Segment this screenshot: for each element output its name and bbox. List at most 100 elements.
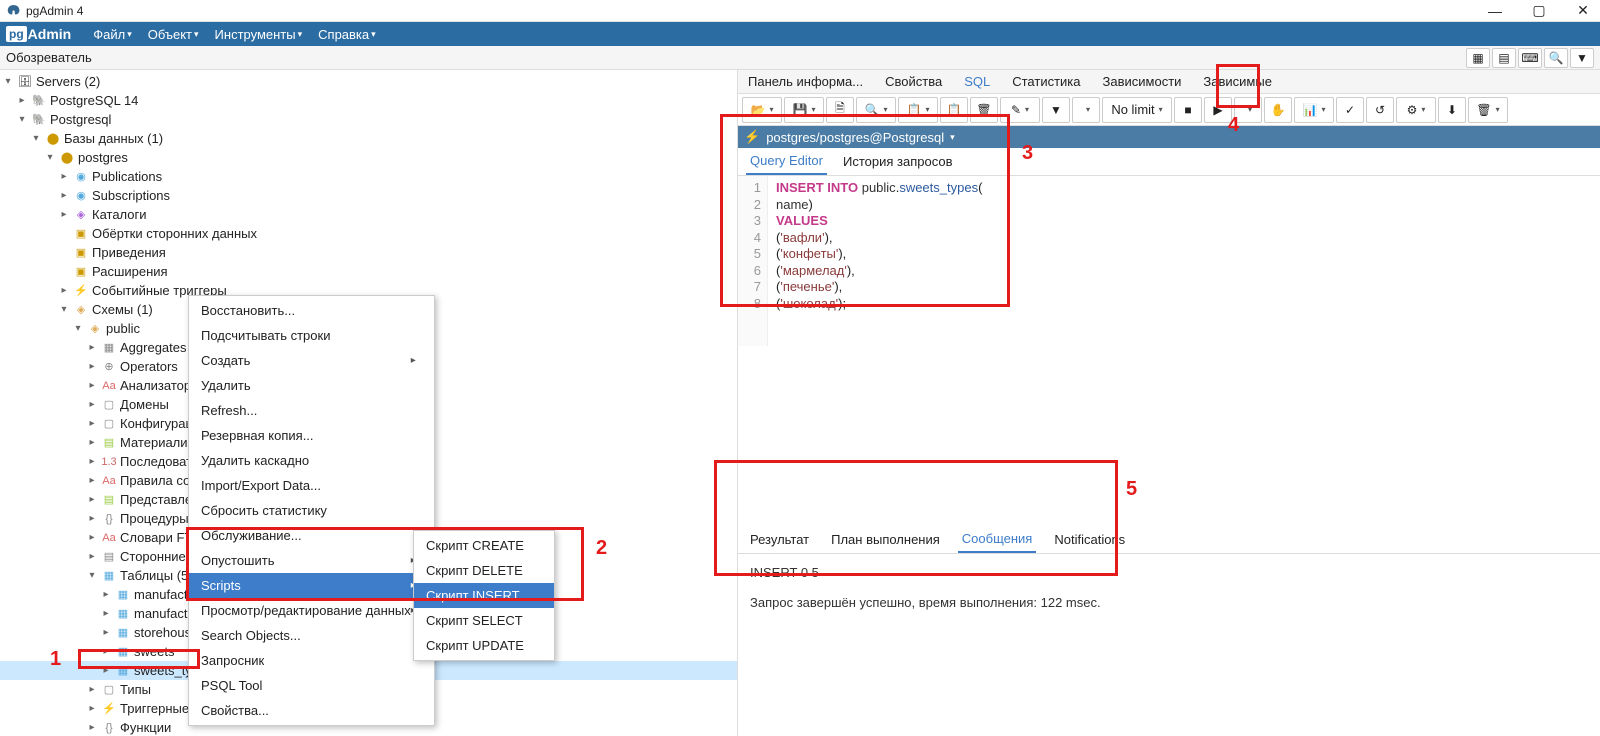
subscription-icon: ◉ [73, 188, 89, 204]
paste-button[interactable]: 📋 [940, 97, 968, 123]
save-button[interactable]: 💾▾ [784, 97, 824, 123]
script-update[interactable]: Скрипт UPDATE [414, 633, 554, 658]
filter-icon[interactable]: ▼ [1570, 48, 1594, 68]
tab-dependents[interactable]: Зависимые [1199, 74, 1276, 89]
ctx-delete-cascade[interactable]: Удалить каскадно [189, 448, 434, 473]
ctx-view-edit-data[interactable]: Просмотр/редактирование данных▸ [189, 598, 434, 623]
panel-icon[interactable]: ▦ [1466, 48, 1490, 68]
database-icon: ⬤ [59, 150, 75, 166]
tab-result[interactable]: Результат [746, 527, 813, 552]
flash-icon: ⚡ [744, 129, 760, 145]
explain-analyze-button[interactable]: 📊▾ [1294, 97, 1334, 123]
tab-query-editor[interactable]: Query Editor [746, 148, 827, 175]
menu-help[interactable]: Справка▾ [310, 22, 384, 46]
copy-button[interactable]: 📋▾ [898, 97, 938, 123]
rollback-button[interactable]: ↺ [1366, 97, 1394, 123]
matview-icon: ▤ [101, 435, 117, 451]
stop-button[interactable]: ■ [1174, 97, 1202, 123]
tab-query-history[interactable]: История запросов [839, 149, 957, 174]
menu-file[interactable]: Файл▾ [85, 22, 140, 46]
tab-notifications[interactable]: Notifications [1050, 527, 1129, 552]
ctx-reset-stats[interactable]: Сбросить статистику [189, 498, 434, 523]
menu-object[interactable]: Объект▾ [140, 22, 207, 46]
search-icon[interactable]: 🔍 [1544, 48, 1568, 68]
aggregate-icon: ▦ [101, 340, 117, 356]
window-title: pgAdmin 4 [26, 4, 1484, 18]
delete-button[interactable]: 🗑 [970, 97, 998, 123]
close-button[interactable]: ✕ [1572, 2, 1594, 20]
ctx-psql-tool[interactable]: PSQL Tool [189, 673, 434, 698]
server-icon: 🐘 [31, 112, 47, 128]
node-casts[interactable]: ▣Приведения [0, 243, 737, 262]
ctx-backup[interactable]: Резервная копия... [189, 423, 434, 448]
node-db-postgres[interactable]: ▾⬤postgres [0, 148, 737, 167]
find-button[interactable]: 🔍▾ [856, 97, 896, 123]
node-extensions[interactable]: ▣Расширения [0, 262, 737, 281]
grid-icon[interactable]: ▤ [1492, 48, 1516, 68]
node-servers[interactable]: ▾🗄Servers (2) [0, 72, 737, 91]
table-icon: ▦ [115, 644, 131, 660]
node-catalogs[interactable]: ▸◈Каталоги [0, 205, 737, 224]
node-publications[interactable]: ▸◉Publications [0, 167, 737, 186]
script-select[interactable]: Скрипт SELECT [414, 608, 554, 633]
tab-statistics[interactable]: Статистика [1008, 74, 1084, 89]
schema-group-icon: ◈ [73, 302, 89, 318]
node-postgresql[interactable]: ▾🐘Postgresql [0, 110, 737, 129]
node-subscriptions[interactable]: ▸◉Subscriptions [0, 186, 737, 205]
view-icon: ▤ [101, 492, 117, 508]
context-menu[interactable]: Восстановить... Подсчитывать строки Созд… [188, 295, 435, 726]
filter-button[interactable]: ▼ [1042, 97, 1070, 123]
schema-icon: ◈ [87, 321, 103, 337]
explain-button[interactable]: ✋ [1264, 97, 1292, 123]
ctx-refresh[interactable]: Refresh... [189, 398, 434, 423]
tab-dependencies[interactable]: Зависимости [1099, 74, 1186, 89]
code-area[interactable]: INSERT INTO public.sweets_types( name) V… [768, 176, 990, 346]
scripts-submenu[interactable]: Скрипт CREATE Скрипт DELETE Скрипт INSER… [413, 530, 555, 661]
filter-dd-button[interactable]: ▾ [1072, 97, 1100, 123]
table-icon: ▦ [115, 587, 131, 603]
node-databases[interactable]: ▾⬤Базы данных (1) [0, 129, 737, 148]
node-foreign-wrappers[interactable]: ▣Обёртки сторонних данных [0, 224, 737, 243]
open-file-button[interactable]: 📂▾ [742, 97, 782, 123]
ctx-import-export[interactable]: Import/Export Data... [189, 473, 434, 498]
tab-sql[interactable]: SQL [960, 74, 994, 89]
ctx-create[interactable]: Создать▸ [189, 348, 434, 373]
ctx-delete[interactable]: Удалить [189, 373, 434, 398]
tab-explain[interactable]: План выполнения [827, 527, 944, 552]
ctx-query-tool[interactable]: Запросник [189, 648, 434, 673]
clear-button[interactable]: 🗑▾ [1468, 97, 1508, 123]
catalog-icon: ◈ [73, 207, 89, 223]
sql-editor[interactable]: 12345678 INSERT INTO public.sweets_types… [738, 176, 1600, 346]
menu-tools[interactable]: Инструменты▾ [207, 22, 311, 46]
sequence-icon: 1.3 [101, 454, 117, 470]
node-pg14[interactable]: ▸🐘PostgreSQL 14 [0, 91, 737, 110]
download-button[interactable]: ⬇ [1438, 97, 1466, 123]
ctx-restore[interactable]: Восстановить... [189, 298, 434, 323]
terminal-icon[interactable]: ⌨ [1518, 48, 1542, 68]
ctx-count-rows[interactable]: Подсчитывать строки [189, 323, 434, 348]
macro-button[interactable]: ⚙▾ [1396, 97, 1436, 123]
ctx-properties[interactable]: Свойства... [189, 698, 434, 723]
ctx-maintenance[interactable]: Обслуживание... [189, 523, 434, 548]
table-icon: ▦ [115, 663, 131, 679]
minimize-button[interactable]: — [1484, 2, 1506, 20]
edit-button[interactable]: ✎▾ [1000, 97, 1040, 123]
maximize-button[interactable]: ▢ [1528, 2, 1550, 20]
tab-properties[interactable]: Свойства [881, 74, 946, 89]
save-as-button[interactable]: 🗎 [826, 97, 854, 123]
ctx-search-objects[interactable]: Search Objects... [189, 623, 434, 648]
menu-bar: pgAdmin Файл▾ Объект▾ Инструменты▾ Справ… [0, 22, 1600, 46]
script-create[interactable]: Скрипт CREATE [414, 533, 554, 558]
script-delete[interactable]: Скрипт DELETE [414, 558, 554, 583]
ctx-scripts[interactable]: Scripts▸ [189, 573, 434, 598]
limit-select[interactable]: No limit▾ [1102, 97, 1172, 123]
tab-dashboard[interactable]: Панель информа... [744, 74, 867, 89]
connection-bar[interactable]: ⚡ postgres/postgres@Postgresql ▾ [738, 126, 1600, 148]
table-icon: ▦ [115, 625, 131, 641]
annotation-label-2: 2 [596, 537, 607, 560]
commit-button[interactable]: ✓ [1336, 97, 1364, 123]
script-insert[interactable]: Скрипт INSERT [414, 583, 554, 608]
ctx-truncate[interactable]: Опустошить▸ [189, 548, 434, 573]
tab-messages[interactable]: Сообщения [958, 526, 1037, 553]
object-browser[interactable]: ▾🗄Servers (2) ▸🐘PostgreSQL 14 ▾🐘Postgres… [0, 70, 738, 736]
